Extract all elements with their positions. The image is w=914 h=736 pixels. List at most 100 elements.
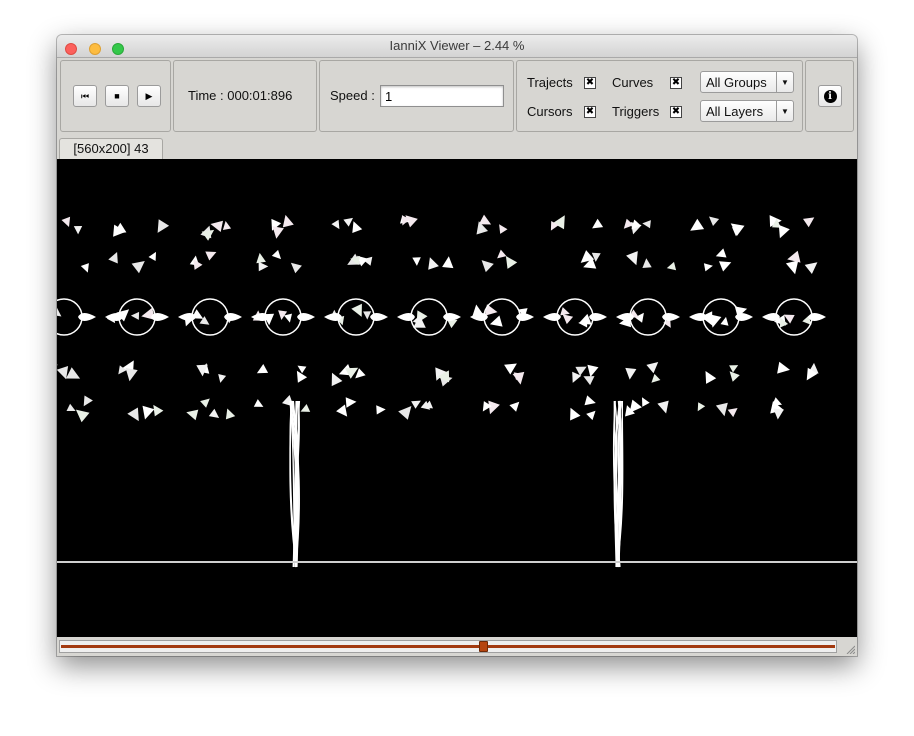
trigger-marker[interactable] xyxy=(578,313,592,325)
trigger-marker[interactable] xyxy=(719,261,732,272)
trigger-marker[interactable] xyxy=(272,226,284,239)
trigger-marker[interactable] xyxy=(300,404,311,412)
trigger-marker[interactable] xyxy=(785,260,799,275)
trigger-marker[interactable] xyxy=(715,248,727,258)
trigger-marker[interactable] xyxy=(331,372,343,387)
trigger-marker[interactable] xyxy=(208,408,220,418)
curves-checkbox[interactable]: ✖ xyxy=(670,77,682,89)
trigger-marker[interactable] xyxy=(646,362,659,374)
rewind-button[interactable]: ⏮ xyxy=(73,85,97,107)
trigger-marker[interactable] xyxy=(651,373,661,383)
trigger-marker[interactable] xyxy=(642,397,650,407)
trigger-marker[interactable] xyxy=(715,402,728,417)
trigger-marker[interactable] xyxy=(125,367,138,382)
trigger-marker[interactable] xyxy=(778,224,790,239)
trigger-marker[interactable] xyxy=(186,409,199,421)
trigger-marker[interactable] xyxy=(481,260,494,273)
trigger-marker[interactable] xyxy=(720,316,729,326)
trigger-marker[interactable] xyxy=(586,410,596,421)
trigger-marker[interactable] xyxy=(592,218,604,229)
trigger-marker[interactable] xyxy=(352,221,363,233)
close-window-icon[interactable] xyxy=(65,43,77,55)
trigger-marker[interactable] xyxy=(57,305,62,317)
trigger-marker[interactable] xyxy=(130,311,140,320)
trigger-marker[interactable] xyxy=(351,303,362,317)
trigger-marker[interactable] xyxy=(331,219,340,230)
trigger-marker[interactable] xyxy=(253,399,264,407)
timeline-handle[interactable] xyxy=(479,641,488,652)
trigger-marker[interactable] xyxy=(256,252,266,264)
trigger-marker[interactable] xyxy=(428,257,439,270)
trigger-marker[interactable] xyxy=(584,395,596,406)
trigger-marker[interactable] xyxy=(804,262,818,274)
trigger-marker[interactable] xyxy=(127,407,139,422)
trigger-marker[interactable] xyxy=(642,220,651,229)
trigger-marker[interactable] xyxy=(484,304,498,316)
trigger-marker[interactable] xyxy=(583,376,595,386)
trigger-marker[interactable] xyxy=(412,257,421,266)
stop-button[interactable]: ■ xyxy=(105,85,129,107)
trigger-marker[interactable] xyxy=(447,319,458,329)
trigger-marker[interactable] xyxy=(66,367,81,379)
trigger-marker[interactable] xyxy=(157,219,170,233)
trigger-marker[interactable] xyxy=(697,402,706,412)
circle-curve[interactable] xyxy=(410,298,448,336)
trigger-marker[interactable] xyxy=(442,256,454,269)
trigger-marker[interactable] xyxy=(108,252,118,264)
groups-dropdown[interactable]: All Groups ▼ xyxy=(700,71,794,93)
trigger-marker[interactable] xyxy=(153,404,164,417)
trigger-marker[interactable] xyxy=(499,224,508,234)
trigger-marker[interactable] xyxy=(200,398,210,408)
trigger-marker[interactable] xyxy=(218,374,227,383)
trigger-marker[interactable] xyxy=(363,311,372,320)
circle-curve[interactable] xyxy=(483,298,521,336)
trigger-marker[interactable] xyxy=(727,408,738,418)
trigger-marker[interactable] xyxy=(570,407,581,421)
trigger-marker[interactable] xyxy=(376,405,386,415)
trigger-marker[interactable] xyxy=(729,365,739,373)
minimize-window-icon[interactable] xyxy=(88,43,101,55)
trigger-marker[interactable] xyxy=(705,371,717,384)
trigger-marker[interactable] xyxy=(284,313,292,323)
trigger-marker[interactable] xyxy=(66,403,76,411)
trigger-marker[interactable] xyxy=(787,250,801,263)
resize-grip-icon[interactable] xyxy=(845,644,855,654)
trigger-marker[interactable] xyxy=(83,395,93,407)
trigger-marker[interactable] xyxy=(497,249,507,259)
timeline-slider[interactable] xyxy=(59,640,837,653)
trigger-marker[interactable] xyxy=(411,400,421,409)
trigger-marker[interactable] xyxy=(777,361,790,374)
trigger-marker[interactable] xyxy=(772,397,782,406)
trigger-marker[interactable] xyxy=(271,249,281,260)
trigger-marker[interactable] xyxy=(73,226,83,235)
trigger-marker[interactable] xyxy=(709,216,720,227)
trigger-marker[interactable] xyxy=(336,404,348,417)
trigger-marker[interactable] xyxy=(657,400,669,414)
trigger-marker[interactable] xyxy=(478,214,492,225)
trigger-marker[interactable] xyxy=(803,217,815,228)
trigger-marker[interactable] xyxy=(560,307,570,316)
trigger-marker[interactable] xyxy=(75,409,90,423)
trigger-marker[interactable] xyxy=(61,216,71,227)
trigger-marker[interactable] xyxy=(225,408,236,420)
trigger-marker[interactable] xyxy=(488,400,500,415)
trigger-marker[interactable] xyxy=(80,263,89,273)
trigger-marker[interactable] xyxy=(489,315,503,327)
trigger-marker[interactable] xyxy=(562,314,574,325)
trigger-marker[interactable] xyxy=(629,399,642,413)
trigger-marker[interactable] xyxy=(57,364,58,376)
trigger-marker[interactable] xyxy=(148,251,157,261)
layers-dropdown[interactable]: All Layers ▼ xyxy=(700,100,794,122)
trigger-marker[interactable] xyxy=(343,217,353,227)
trigger-marker[interactable] xyxy=(258,261,269,272)
trigger-marker[interactable] xyxy=(142,405,155,420)
trigger-marker[interactable] xyxy=(222,221,232,230)
trigger-marker[interactable] xyxy=(509,401,520,412)
trajects-checkbox[interactable]: ✖ xyxy=(584,77,596,89)
trigger-marker[interactable] xyxy=(193,259,203,270)
trigger-marker[interactable] xyxy=(666,261,677,271)
trigger-marker[interactable] xyxy=(505,256,518,269)
trigger-marker[interactable] xyxy=(205,251,217,261)
trigger-marker[interactable] xyxy=(587,364,599,377)
speed-input[interactable] xyxy=(380,85,504,107)
